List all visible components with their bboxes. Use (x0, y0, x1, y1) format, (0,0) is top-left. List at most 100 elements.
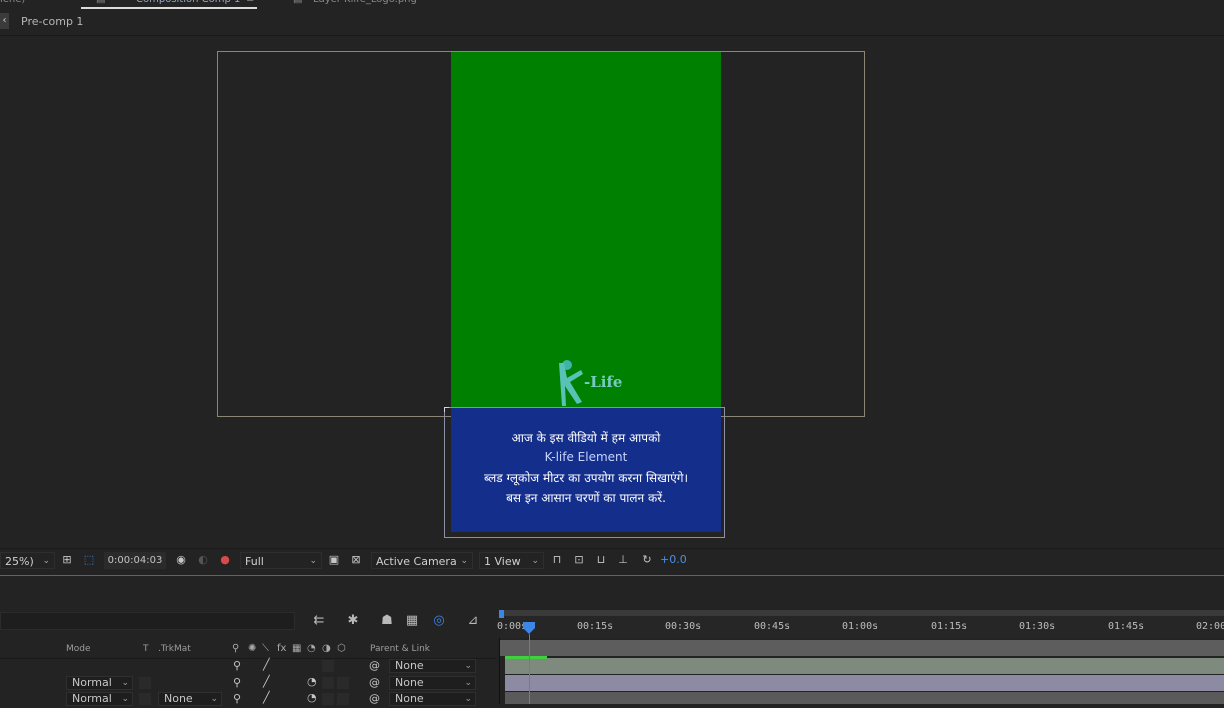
klife-logo[interactable]: -Life (553, 358, 623, 408)
ruler-label: 00:15s (577, 621, 614, 632)
timeline-panel: ⇇ ✱ ☗ ▦ ◎ ⊿ 0:00s 00:15s 00:30s 00:45s 0… (0, 576, 1224, 706)
switch-box[interactable] (337, 693, 349, 705)
composition-viewer[interactable]: -Life आज के इस वीडियो में हम आपको K-life… (0, 36, 1224, 548)
parent-value: None (395, 692, 424, 705)
chevron-down-icon: ⌄ (210, 694, 218, 704)
tab-layer[interactable]: Layer Klife_Logo.png (313, 0, 417, 8)
shy-icon[interactable]: ⚲ (233, 692, 241, 705)
work-area-start-handle[interactable] (499, 610, 504, 618)
layer-bar[interactable] (505, 675, 1224, 691)
draft-3d-icon[interactable]: ✱ (345, 613, 361, 629)
chevron-down-icon: ⌄ (309, 556, 317, 566)
chevron-down-icon: ⌄ (464, 661, 472, 671)
frame-blend-switch-icon: ▦ (292, 643, 302, 654)
camera-select[interactable]: Active Camera ⌄ (371, 552, 473, 569)
chevron-down-icon: ⌄ (464, 694, 472, 704)
transparency-grid-icon[interactable]: ⬚ (82, 553, 96, 567)
switch-box[interactable] (322, 677, 334, 689)
ruler-label: 00:30s (665, 621, 702, 632)
track-area-edge (499, 638, 500, 704)
pickwhip-icon[interactable]: @ (369, 692, 380, 705)
fast-preview-mode-icon[interactable]: ⊡ (572, 553, 586, 567)
preserve-transparency-box[interactable] (139, 693, 151, 705)
ruler-label: 01:15s (931, 621, 968, 632)
breadcrumb-back-icon[interactable]: ‹ (0, 13, 9, 29)
magnification-select[interactable]: 25%) ⌄ (0, 552, 55, 569)
toggle-pixel-aspect-icon[interactable]: ⊓ (550, 553, 564, 567)
quality-icon[interactable]: ╱ (263, 691, 270, 704)
timeline-icon[interactable]: ⊔ (594, 553, 608, 567)
quality-icon[interactable]: ╱ (263, 675, 270, 688)
region-of-interest-icon[interactable]: ⊞ (60, 553, 74, 567)
column-parent-link[interactable]: Parent & Link (370, 644, 430, 654)
caption-line-2: K-life Element (544, 450, 628, 464)
column-trkmat[interactable]: .TrkMat (158, 644, 191, 654)
motion-blur-icon[interactable]: ◔ (307, 675, 317, 688)
pickwhip-icon[interactable]: @ (369, 676, 380, 689)
tab-layer-icon: ▤ (293, 0, 302, 8)
chevron-down-icon: ⌄ (42, 556, 50, 566)
chevron-down-icon: ⌄ (531, 556, 539, 566)
motion-blur-icon[interactable]: ◎ (431, 613, 447, 629)
graph-editor-icon[interactable]: ⊿ (465, 613, 481, 629)
current-time-display[interactable]: 0:00:04:03 (104, 552, 166, 569)
motion-blur-icon[interactable]: ◔ (307, 691, 317, 704)
magnification-value: 25%) (5, 555, 34, 568)
pickwhip-icon[interactable]: @ (369, 659, 380, 672)
motion-blur-switch-icon: ◔ (307, 643, 316, 654)
ruler-label: 02:00 (1196, 621, 1224, 632)
flowchart-icon[interactable]: ⊥ (616, 553, 630, 567)
current-time-line[interactable] (529, 634, 530, 704)
green-background-layer[interactable] (451, 52, 721, 408)
toggle-transparency-grid-icon[interactable]: ⊠ (349, 553, 363, 567)
hide-shy-layers-icon[interactable]: ☗ (379, 613, 395, 629)
frame-blending-icon[interactable]: ▦ (404, 613, 420, 629)
trkmat-value: None (164, 692, 193, 705)
column-mode[interactable]: Mode (66, 644, 91, 654)
parent-value: None (395, 659, 424, 672)
adjustment-layer-switch-icon: ◑ (322, 643, 331, 654)
breadcrumb-item-precomp[interactable]: Pre-comp 1 (21, 15, 83, 28)
fast-previews-icon[interactable]: ▣ (327, 553, 341, 567)
ruler-label: 01:00s (842, 621, 879, 632)
shy-icon[interactable]: ⚲ (233, 659, 241, 672)
show-snapshot-icon[interactable]: ◐ (196, 553, 210, 567)
parent-value: None (395, 676, 424, 689)
track-area-header (500, 640, 1224, 656)
switch-box[interactable] (322, 660, 334, 672)
snapshot-camera-icon[interactable]: ◉ (174, 553, 188, 567)
parent-select[interactable]: None ⌄ (389, 676, 476, 690)
preserve-transparency-box[interactable] (139, 677, 151, 689)
layer-bar[interactable] (505, 692, 1224, 704)
exposure-value[interactable]: +0.0 (660, 553, 687, 566)
breadcrumb (0, 10, 1224, 36)
resolution-select[interactable]: Full ⌄ (240, 552, 322, 569)
composition-mini-flowchart-icon[interactable]: ⇇ (311, 613, 327, 629)
layer-bar[interactable] (505, 658, 1224, 674)
work-area-bar[interactable] (500, 610, 1224, 616)
view-layout-select[interactable]: 1 View ⌄ (479, 552, 544, 569)
layer-search-input[interactable] (0, 612, 295, 630)
reset-exposure-icon[interactable]: ↻ (640, 553, 654, 567)
switch-box[interactable] (322, 693, 334, 705)
layer-row[interactable]: Normal ⌄ None ⌄ ⚲ ╱ ◔ @ None ⌄ (0, 691, 497, 708)
collapse-switch-icon: ✺ (248, 643, 257, 654)
chevron-down-icon: ⌄ (464, 678, 472, 688)
quality-switch-icon: ⟍ (262, 643, 269, 654)
viewer-toolbar: 25%) ⌄ ⊞ ⬚ 0:00:04:03 ◉ ◐ ● Full ⌄ ▣ ⊠ A… (0, 548, 1224, 573)
active-tab-indicator (81, 7, 257, 9)
quality-icon[interactable]: ╱ (263, 658, 270, 671)
layer-row[interactable]: ⚲ ╱ @ None ⌄ (0, 658, 497, 674)
shy-icon[interactable]: ⚲ (233, 676, 241, 689)
resolution-value: Full (245, 555, 264, 568)
parent-select[interactable]: None ⌄ (389, 659, 476, 673)
channel-color-icon[interactable]: ● (218, 553, 232, 567)
switch-box[interactable] (337, 677, 349, 689)
column-t[interactable]: T (143, 644, 149, 654)
current-time-indicator[interactable] (523, 622, 535, 634)
mode-select[interactable]: Normal ⌄ (66, 676, 133, 690)
cached-frames-indicator (505, 656, 547, 659)
layer-row[interactable]: Normal ⌄ ⚲ ╱ ◔ @ None ⌄ (0, 675, 497, 691)
fx-switch-icon: fx (277, 643, 287, 654)
tab-partial[interactable]: iene) (0, 0, 25, 8)
